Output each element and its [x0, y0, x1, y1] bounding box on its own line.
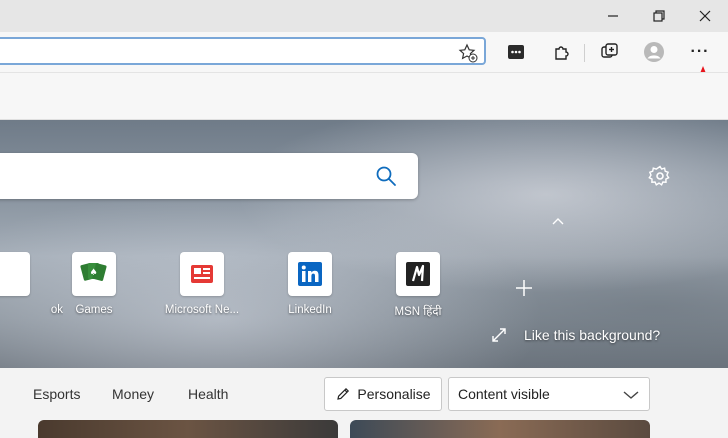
new-tab-background: ok ♠ Games Microsoft Ne... LinkedIn MSN …: [0, 120, 728, 368]
nav-esports[interactable]: Esports: [33, 386, 80, 402]
news-card[interactable]: [38, 420, 338, 438]
sidebar-app-button[interactable]: [500, 36, 532, 68]
content-visibility-select[interactable]: Content visible: [448, 377, 650, 411]
quick-link-label: Microsoft Ne...: [164, 304, 240, 316]
favorites-bar: [0, 72, 728, 120]
chevron-up-icon[interactable]: [550, 215, 566, 227]
svg-text:♠: ♠: [89, 268, 97, 278]
search-icon[interactable]: [374, 164, 398, 188]
address-bar[interactable]: [0, 37, 486, 65]
quick-link-label: Games: [75, 304, 113, 316]
like-background-link[interactable]: Like this background?: [524, 327, 660, 343]
news-feed-bar: Esports Money Health Personalise Content…: [0, 368, 728, 438]
minimize-icon: [608, 15, 618, 17]
restore-icon: [653, 10, 665, 22]
personalise-button[interactable]: Personalise: [324, 377, 442, 411]
restore-button[interactable]: [636, 0, 682, 32]
extensions-icon: [555, 46, 569, 60]
add-quick-link-icon[interactable]: [512, 276, 536, 300]
close-icon: [699, 10, 711, 22]
quick-link-icon: [0, 252, 30, 296]
microsoft-news-icon: [180, 252, 224, 296]
minimize-button[interactable]: [590, 0, 636, 32]
title-bar: [0, 0, 728, 32]
web-search-box[interactable]: [0, 153, 418, 199]
profile-button[interactable]: [638, 36, 670, 68]
favorite-add-icon[interactable]: [458, 43, 478, 63]
more-label: ···: [690, 43, 710, 60]
pencil-icon: [337, 387, 350, 400]
close-button[interactable]: [682, 0, 728, 32]
profile-icon: [644, 42, 664, 62]
quick-link-microsoft-news[interactable]: Microsoft Ne...: [147, 252, 257, 316]
personalise-label: Personalise: [357, 386, 431, 402]
browser-toolbar: ···: [0, 32, 728, 72]
nav-health[interactable]: Health: [188, 386, 228, 402]
news-card[interactable]: [350, 420, 650, 438]
msn-hindi-icon: [396, 252, 440, 296]
quick-link-games[interactable]: ♠ Games: [39, 252, 149, 316]
gear-icon[interactable]: [648, 164, 672, 188]
games-icon: ♠: [72, 252, 116, 296]
search-input[interactable]: [6, 165, 350, 189]
nav-money[interactable]: Money: [112, 386, 154, 402]
extensions-button[interactable]: [546, 36, 578, 68]
quick-link-linkedin[interactable]: LinkedIn: [255, 252, 365, 316]
collections-icon: [601, 43, 618, 58]
quick-link-label: LinkedIn: [288, 304, 332, 316]
quick-link-label: MSN हिंदी: [394, 306, 442, 318]
content-visibility-value: Content visible: [458, 386, 550, 402]
chevron-down-icon: [623, 391, 639, 399]
linkedin-icon: [288, 252, 332, 296]
sidebar-app-icon: [508, 45, 524, 59]
collections-button[interactable]: [594, 36, 626, 68]
quick-link-msn-hindi[interactable]: MSN हिंदी: [363, 252, 473, 319]
toolbar-divider: [584, 44, 585, 62]
expand-icon[interactable]: [490, 326, 508, 344]
